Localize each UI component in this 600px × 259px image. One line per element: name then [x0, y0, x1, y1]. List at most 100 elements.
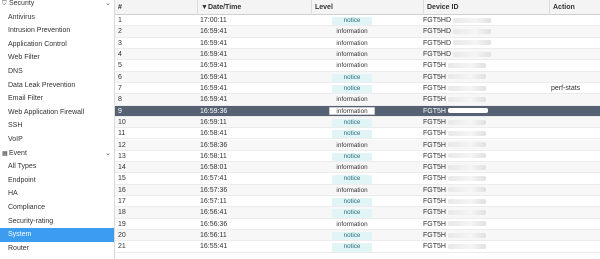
- row-action: [551, 173, 600, 183]
- row-action: [551, 117, 600, 127]
- log-table: # ▼Date/Time Level Device ID Action 1 17:…: [115, 0, 600, 259]
- sidebar-item-voip[interactable]: VoIP: [0, 133, 114, 147]
- sidebar-item-endpoint[interactable]: Endpoint: [0, 174, 114, 188]
- device-id-text: FGT5H: [423, 107, 446, 115]
- device-id-text: FGT5H: [423, 141, 446, 149]
- column-header-action[interactable]: Action: [549, 0, 600, 15]
- row-level: notice: [311, 15, 393, 26]
- table-row[interactable]: 16 16:57:36 information FGT5H: [115, 184, 600, 197]
- row-number: 2: [118, 28, 122, 36]
- row-device-id: FGT5H: [423, 72, 548, 82]
- row-action: [551, 207, 600, 217]
- device-id-text: FGT5H: [423, 164, 446, 172]
- table-row[interactable]: 20 16:56:11 notice FGT5H: [115, 230, 600, 242]
- level-badge: notice: [332, 152, 372, 162]
- row-number: 21: [118, 243, 126, 251]
- sidebar-item-ssh[interactable]: SSH: [0, 119, 114, 133]
- sidebar-group-label: Security: [9, 0, 35, 7]
- table-row[interactable]: 12 16:58:36 information FGT5H: [115, 139, 600, 151]
- row-device-id: FGT5HD: [423, 38, 548, 48]
- level-badge: notice: [332, 232, 372, 241]
- row-device-id: FGT5H: [423, 106, 548, 116]
- sidebar-item-web-application-firewall[interactable]: Web Application Firewall: [0, 106, 114, 120]
- sidebar-item-data-leak-prevention[interactable]: Data Leak Prevention: [0, 79, 114, 93]
- table-row[interactable]: 8 16:59:41 information FGT5H: [115, 94, 600, 106]
- row-number: 1: [118, 17, 122, 24]
- redaction-mark: [447, 164, 486, 170]
- sidebar-item-system[interactable]: System: [0, 228, 114, 242]
- column-header-level[interactable]: Level: [311, 0, 423, 15]
- table-row[interactable]: 10 16:59:11 notice FGT5H: [115, 116, 600, 129]
- redaction-mark: [447, 96, 486, 102]
- column-header-date-label: Date/Time: [207, 4, 242, 11]
- sidebar-item-intrusion-prevention[interactable]: Intrusion Prevention: [0, 24, 114, 38]
- sidebar-item-dns[interactable]: DNS: [0, 65, 114, 79]
- sidebar: ⛉ Security ⌄ Antivirus Intrusion Prevention A…: [0, 0, 115, 259]
- sidebar-item-router[interactable]: Router: [0, 242, 114, 256]
- level-badge: notice: [332, 243, 372, 252]
- row-level: information: [311, 140, 393, 150]
- sidebar-item-web-filter[interactable]: Web Filter: [0, 51, 114, 65]
- row-datetime: 16:59:41: [200, 96, 228, 104]
- table-row[interactable]: 7 16:59:41 notice FGT5H perf-stats: [115, 83, 600, 95]
- row-device-id: FGT5HD: [423, 49, 548, 59]
- table-row[interactable]: 19 16:56:36 information FGT5H: [115, 219, 600, 231]
- column-header-level-label: Level: [315, 4, 333, 11]
- row-device-id: FGT5H: [423, 117, 548, 127]
- column-header-device[interactable]: Device ID: [423, 0, 549, 15]
- table-row[interactable]: 14 16:58:01 information FGT5H: [115, 162, 600, 174]
- table-row[interactable]: 3 16:59:41 information FGT5HD: [115, 38, 600, 49]
- row-level: notice: [311, 241, 393, 252]
- row-device-id: FGT5H: [423, 207, 548, 217]
- level-badge: information: [329, 106, 375, 116]
- sidebar-group-1[interactable]: ▦Event ⌄: [0, 147, 114, 161]
- redaction-mark: [453, 17, 491, 23]
- table-row[interactable]: 15 16:57:41 notice FGT5H: [115, 173, 600, 185]
- sidebar-item-ha[interactable]: HA: [0, 187, 114, 201]
- table-row[interactable]: 4 16:59:41 information FGT5HD: [115, 48, 600, 61]
- table-row[interactable]: 11 16:58:41 notice FGT5H: [115, 128, 600, 140]
- row-level: notice: [311, 230, 393, 241]
- redaction-mark: [447, 119, 486, 125]
- table-row[interactable]: 21 16:55:41 notice FGT5H: [115, 241, 600, 253]
- table-row[interactable]: 17 16:57:11 notice FGT5H: [115, 196, 600, 208]
- sidebar-item-all-types[interactable]: All Types: [0, 160, 114, 174]
- redaction-mark: [447, 62, 486, 68]
- row-device-id: FGT5H: [423, 128, 548, 138]
- row-action: [551, 60, 600, 70]
- row-datetime: 16:56:41: [200, 209, 228, 217]
- chevron-down-icon[interactable]: ⌄: [105, 147, 111, 161]
- redaction-mark: [453, 40, 491, 46]
- device-id-text: FGT5H: [423, 175, 446, 183]
- table-row[interactable]: 6 16:59:41 notice FGT5H: [115, 71, 600, 83]
- chevron-down-icon[interactable]: ⌄: [105, 0, 111, 11]
- level-badge: information: [336, 220, 368, 228]
- sidebar-item-email-filter[interactable]: Email Filter: [0, 92, 114, 106]
- row-device-id: FGT5H: [423, 151, 548, 161]
- sidebar-item-application-control[interactable]: Application Control: [0, 38, 114, 52]
- row-number: 17: [118, 198, 126, 206]
- sidebar-group-0[interactable]: ⛉ Security ⌄: [0, 0, 114, 11]
- column-header-num[interactable]: #: [115, 0, 197, 15]
- row-datetime: 16:59:41: [200, 84, 228, 92]
- redaction-mark: [447, 221, 486, 227]
- row-number: 13: [118, 152, 126, 160]
- level-badge: notice: [332, 175, 372, 184]
- table-row[interactable]: 9 16:59:36 information FGT5H: [115, 105, 600, 117]
- row-datetime: 16:59:41: [200, 28, 228, 36]
- table-row[interactable]: 5 16:59:41 information FGT5H: [115, 60, 600, 72]
- table-row[interactable]: 2 16:59:41 information FGT5HD: [115, 26, 600, 38]
- table-row[interactable]: 13 16:58:11 notice FGT5H: [115, 151, 600, 163]
- row-device-id: FGT5H: [423, 140, 548, 150]
- table-row[interactable]: 1 17:00:11 notice FGT5HD: [115, 15, 600, 27]
- column-header-date[interactable]: ▼Date/Time: [197, 0, 311, 15]
- table-row[interactable]: 18 16:56:41 notice FGT5H: [115, 207, 600, 219]
- sidebar-item-compliance[interactable]: Compliance: [0, 201, 114, 215]
- row-action: [551, 219, 600, 229]
- sidebar-item-antivirus[interactable]: Antivirus: [0, 11, 114, 25]
- row-device-id: FGT5H: [423, 185, 548, 195]
- row-action: [551, 38, 600, 48]
- sidebar-item-security-rating[interactable]: Security-rating: [0, 215, 114, 229]
- level-badge: information: [336, 28, 368, 36]
- column-header-action-label: Action: [553, 4, 575, 11]
